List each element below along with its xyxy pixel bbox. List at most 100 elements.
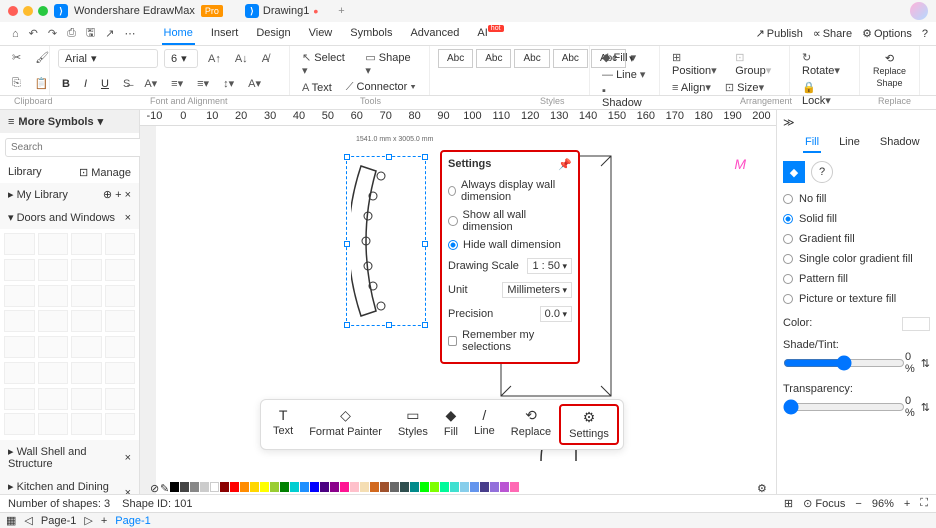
stepper[interactable]: ⇅ [921,401,930,414]
options-button[interactable]: ⚙ Options [862,27,912,40]
ft-format[interactable]: ◇Format Painter [301,404,390,445]
font-color[interactable]: A▾ [140,75,161,92]
tab-view[interactable]: View [307,23,335,45]
line-btn[interactable]: — Line ▾ [598,66,651,83]
opt-solid[interactable]: Solid fill [783,209,930,229]
tab-home[interactable]: Home [162,23,195,45]
font-select[interactable]: Arial ▾ [58,49,158,68]
zoom-level[interactable]: 96% [872,498,894,510]
focus-btn[interactable]: ⊙ Focus [803,497,845,510]
opt-hide[interactable]: Hide wall dimension [448,236,572,254]
symbol[interactable] [38,388,69,410]
ft-line[interactable]: /Line [466,404,503,445]
no-color-icon[interactable]: ⊘ [150,482,159,492]
rp-tab-fill[interactable]: Fill [803,133,821,153]
symbol[interactable] [105,336,136,358]
rotate-btn[interactable]: ↻ Rotate▾ [798,49,851,79]
symbol[interactable] [71,388,102,410]
symbol[interactable] [71,413,102,435]
zoom-out[interactable]: − [855,498,861,510]
rp-tab-shadow[interactable]: Shadow [878,133,922,153]
zoom-in[interactable]: + [904,498,910,510]
symbol[interactable] [4,233,35,255]
symbol[interactable] [4,362,35,384]
export-icon[interactable]: ↗ [101,25,118,42]
size-btn[interactable]: ⊡ Size▾ [721,79,768,96]
print-icon[interactable]: ⎙ [63,25,80,42]
collapse-icon[interactable]: ≫ [783,116,795,129]
symbol[interactable] [4,413,35,435]
symbol[interactable] [71,285,102,307]
grid-icon[interactable]: ⊞ [784,497,793,510]
style-4[interactable]: Abc [553,49,588,68]
help-icon[interactable]: ? [811,161,833,183]
more-symbols-btn[interactable]: ≡ More Symbols ▾ [0,110,139,133]
opt-pattern[interactable]: Pattern fill [783,269,930,289]
size-select[interactable]: 6 ▾ [164,49,198,68]
symbol[interactable] [71,310,102,332]
cut-icon[interactable]: ✂ [8,49,25,66]
style-3[interactable]: Abc [514,49,549,68]
tab-design[interactable]: Design [254,23,292,45]
symbol[interactable] [105,259,136,281]
text-tool[interactable]: A Text [298,80,336,96]
symbol[interactable] [4,285,35,307]
opt-showall[interactable]: Show all wall dimension [448,206,572,236]
my-library[interactable]: ▸ My Library⊕ + × [0,183,139,206]
opt-picture[interactable]: Picture or texture fill [783,289,930,309]
new-tab-button[interactable]: + [338,5,344,17]
page-indicator[interactable]: Page-1 [115,515,150,527]
opt-nofill[interactable]: No fill [783,189,930,209]
style-1[interactable]: Abc [438,49,473,68]
decrease-font[interactable]: A↓ [231,51,252,67]
canvas-area[interactable]: -100102030405060708090100110120130140150… [140,110,776,510]
color-swatch[interactable] [902,317,930,331]
replace-shape-btn[interactable]: ⟲Replace Shape [868,52,911,89]
search-input[interactable] [5,138,149,157]
tab-advanced[interactable]: Advanced [408,23,461,45]
strike[interactable]: S̶ [119,76,134,92]
home-icon[interactable]: ⌂ [8,26,23,42]
lock-btn[interactable]: 🔒 Lock▾ [798,79,851,109]
prev-page[interactable]: ◁ [24,514,32,527]
spacing[interactable]: ↕▾ [219,75,238,92]
pin-icon[interactable]: 📌 [558,158,572,171]
window-controls[interactable] [8,6,48,16]
tab-insert[interactable]: Insert [209,23,241,45]
add-page[interactable]: + [101,515,107,527]
italic[interactable]: I [80,76,91,92]
symbol[interactable] [4,259,35,281]
next-page[interactable]: ▷ [84,514,92,527]
manage-btn[interactable]: ⊡ Manage [79,166,131,179]
scale-select[interactable]: 1 : 50 ▾ [527,258,572,274]
style-2[interactable]: Abc [476,49,511,68]
ft-replace[interactable]: ⟲Replace [503,404,559,445]
ft-fill[interactable]: ◆Fill [436,404,466,445]
gear-icon[interactable]: ⚙ [757,482,766,492]
underline[interactable]: U [97,76,113,92]
symbol[interactable] [71,259,102,281]
ft-settings[interactable]: ⚙Settings [559,404,619,445]
symbol[interactable] [105,233,136,255]
shade-slider[interactable] [783,355,905,371]
symbol[interactable] [4,336,35,358]
symbol[interactable] [71,233,102,255]
ft-styles[interactable]: ▭Styles [390,404,436,445]
symbol[interactable] [105,388,136,410]
bold[interactable]: B [58,76,74,92]
symbol[interactable] [38,233,69,255]
save-icon[interactable]: 🖫 [82,22,99,45]
share-button[interactable]: ∝ Share [813,27,852,40]
redo-icon[interactable]: ↷ [44,25,61,42]
connector-tool[interactable]: ⟋ Connector ▾ [342,79,420,96]
opt-always[interactable]: Always display wall dimension [448,176,572,206]
fit-icon[interactable]: ⛶ [920,497,928,510]
page-tab[interactable]: Page-1 [41,515,76,527]
more-icon[interactable]: ⋯ [121,25,140,42]
stepper[interactable]: ⇅ [921,357,930,370]
tab-symbols[interactable]: Symbols [348,23,394,45]
section-doors[interactable]: ▾ Doors and Windows× [0,206,139,229]
undo-icon[interactable]: ↶ [25,25,42,42]
position-btn[interactable]: ⊞ Position▾ [668,49,725,79]
remember-check[interactable]: Remember my selections [448,326,572,356]
